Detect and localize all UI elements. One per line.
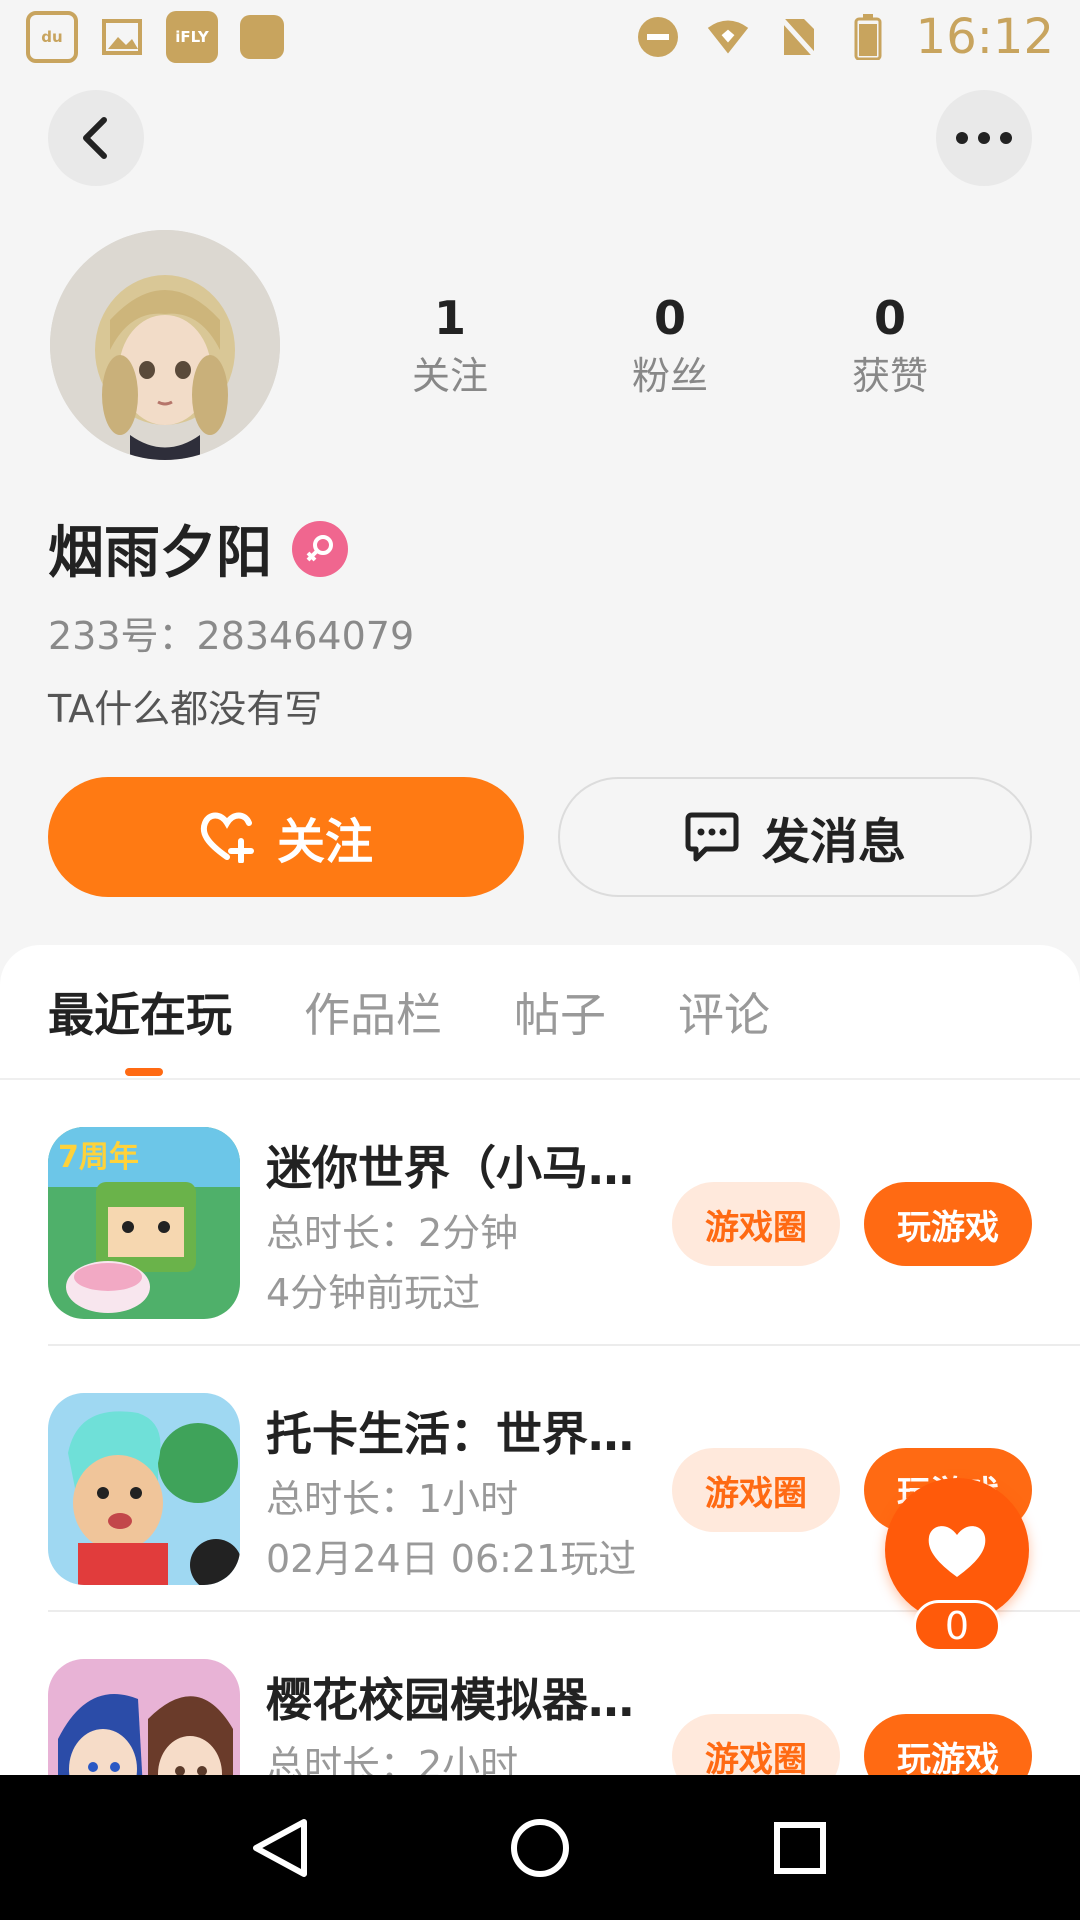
game-duration: 总时长：2小时 [266,1743,519,1775]
navigation-bar [0,1775,1080,1920]
nav-home-button[interactable] [495,1803,585,1893]
following-stat[interactable]: 1 关注 [340,288,560,404]
likes-stat: 0 获赞 [780,288,1000,404]
more-button[interactable] [936,90,1032,186]
bio: TA什么都没有写 [48,687,323,731]
like-count-badge: 0 [913,1600,1001,1652]
game-icon-toca-life[interactable] [48,1393,240,1585]
wifi-icon [706,15,750,59]
app-icon [240,15,284,59]
baidu-app-icon: du [26,11,78,63]
avatar[interactable] [50,230,280,460]
nav-back-button[interactable] [235,1803,325,1893]
content-card: 最近在玩 作品栏 帖子 评论 7周年 迷你世界（小马… 总时长：2分钟 4分钟前… [0,945,1080,1775]
nav-recents-button[interactable] [755,1803,845,1893]
dnd-icon [636,15,680,59]
tab-bar: 最近在玩 作品栏 帖子 评论 [48,985,770,1045]
game-duration: 总时长：1小时 [266,1477,519,1521]
tab-works[interactable]: 作品栏 [304,985,442,1045]
following-count: 1 [433,291,466,345]
ifly-app-icon: iFLY [166,11,218,63]
back-button[interactable] [48,90,144,186]
game-circle-button[interactable]: 游戏圈 [672,1448,840,1532]
game-last-played: 02月24日 06:21玩过 [266,1537,637,1581]
tab-posts[interactable]: 帖子 [514,985,606,1045]
message-button[interactable]: 发消息 [558,777,1032,897]
game-circle-button[interactable]: 游戏圈 [672,1714,840,1775]
chat-icon [685,812,739,862]
list-item[interactable]: 7周年 迷你世界（小马… 总时长：2分钟 4分钟前玩过 游戏圈 玩游戏 [0,1080,1080,1346]
heart-icon [928,1526,986,1577]
no-sim-icon [776,15,820,59]
game-last-played: 4分钟前玩过 [266,1271,481,1315]
triangle-back-icon [253,1818,307,1877]
game-icon-sakura-school[interactable] [48,1659,240,1775]
fans-stat[interactable]: 0 粉丝 [560,288,780,404]
likes-label: 获赞 [851,354,928,398]
game-name: 托卡生活：世界… [266,1407,634,1461]
game-list: 7周年 迷你世界（小马… 总时长：2分钟 4分钟前玩过 游戏圈 玩游戏 托卡生活… [0,1080,1080,1775]
tab-comments[interactable]: 评论 [678,985,770,1045]
female-icon [292,520,348,577]
message-label: 发消息 [761,814,906,870]
clock: 16:12 [915,9,1054,65]
following-label: 关注 [411,354,488,398]
status-bar: du iFLY 16:12 [0,0,1080,74]
follow-button[interactable]: 关注 [48,777,524,897]
game-name: 迷你世界（小马… [266,1141,634,1195]
game-duration: 总时长：2分钟 [266,1211,519,1255]
fans-label: 粉丝 [631,354,708,398]
likes-count: 0 [873,291,906,345]
chevron-left-icon [83,117,107,159]
heart-plus-icon [200,812,254,863]
game-name: 樱花校园模拟器… [266,1673,634,1727]
gallery-icon [100,15,144,59]
tab-recently-played[interactable]: 最近在玩 [48,985,232,1045]
circle-home-icon [511,1818,569,1877]
fans-count: 0 [653,291,686,345]
game-circle-button[interactable]: 游戏圈 [672,1182,840,1266]
tab-indicator [125,1068,163,1076]
more-dots-icon [956,132,1012,144]
play-game-button[interactable]: 玩游戏 [864,1182,1032,1266]
game-icon-mini-world[interactable]: 7周年 [48,1127,240,1319]
battery-icon [846,14,890,60]
follow-label: 关注 [276,814,373,870]
square-recents-icon [774,1821,826,1874]
profile-stats: 1 关注 0 粉丝 0 获赞 [340,288,1000,404]
user-id: 233号：283464079 [48,614,415,658]
svg-text:7周年: 7周年 [58,1140,139,1175]
play-game-button[interactable]: 玩游戏 [864,1714,1032,1775]
username: 烟雨夕阳 [48,521,272,586]
username-row: 烟雨夕阳 [48,508,348,589]
